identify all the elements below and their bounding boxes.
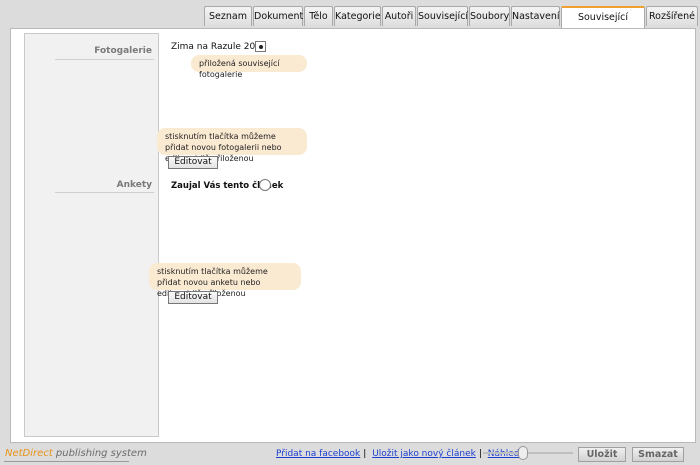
hint-gallery: stisknutím tlačítka můžeme přidat novou … xyxy=(157,128,307,163)
section-sidebar: Fotogalerie Ankety xyxy=(24,33,159,437)
gallery-checkbox[interactable] xyxy=(255,41,266,52)
tab-souvisejici[interactable]: Související xyxy=(417,6,468,26)
tab-dokument[interactable]: Dokument xyxy=(253,6,303,26)
hint-poll: stisknutím tlačítka můžeme přidat novou … xyxy=(149,263,301,298)
tab-rozsirene[interactable]: Rozšířené xyxy=(646,6,698,26)
divider xyxy=(4,461,129,462)
edit-poll-button[interactable]: Editovat xyxy=(168,291,218,304)
tab-autori[interactable]: Autoři xyxy=(382,6,416,26)
share-facebook-link[interactable]: Přidat na facebook xyxy=(276,449,360,459)
tab-telo[interactable]: Tělo xyxy=(304,6,333,26)
tab-seznam[interactable]: Seznam xyxy=(204,6,252,26)
section-label-ankety: Ankety xyxy=(116,180,152,190)
tab-soubory[interactable]: Soubory xyxy=(469,6,510,26)
slider-handle[interactable] xyxy=(518,446,528,460)
preview-link[interactable]: Náhled xyxy=(488,449,520,459)
poll-radio[interactable] xyxy=(259,179,271,191)
section-label-fotogalerie: Fotogalerie xyxy=(94,46,152,56)
delete-button[interactable]: Smazat xyxy=(632,447,684,462)
edit-gallery-button[interactable]: Editovat xyxy=(168,156,218,169)
tab-bar: Seznam Dokument Tělo Kategorie Autoři So… xyxy=(204,6,700,43)
tooltip-gallery: přiložená související fotogalerie xyxy=(191,55,307,79)
save-button[interactable]: Uložit xyxy=(578,447,626,462)
checked-dot-icon xyxy=(259,45,263,49)
footer-links: Přidat na facebook | Uložit jako nový člá… xyxy=(276,449,520,459)
brand-logo: NetDirect publishing system xyxy=(5,448,147,459)
slider-track[interactable] xyxy=(483,452,573,454)
save-as-new-link[interactable]: Uložit jako nový článek xyxy=(372,449,476,459)
tab-nastaveni[interactable]: Nastavení xyxy=(511,6,560,26)
tab-souvisejici-moduly[interactable]: Související moduly xyxy=(561,6,645,43)
content-panel: Fotogalerie Ankety Zima na Razule 2011 p… xyxy=(10,28,696,443)
gallery-name: Zima na Razule 2011 xyxy=(171,42,267,52)
divider xyxy=(55,59,154,60)
divider xyxy=(55,192,154,193)
tab-kategorie[interactable]: Kategorie xyxy=(334,6,381,26)
